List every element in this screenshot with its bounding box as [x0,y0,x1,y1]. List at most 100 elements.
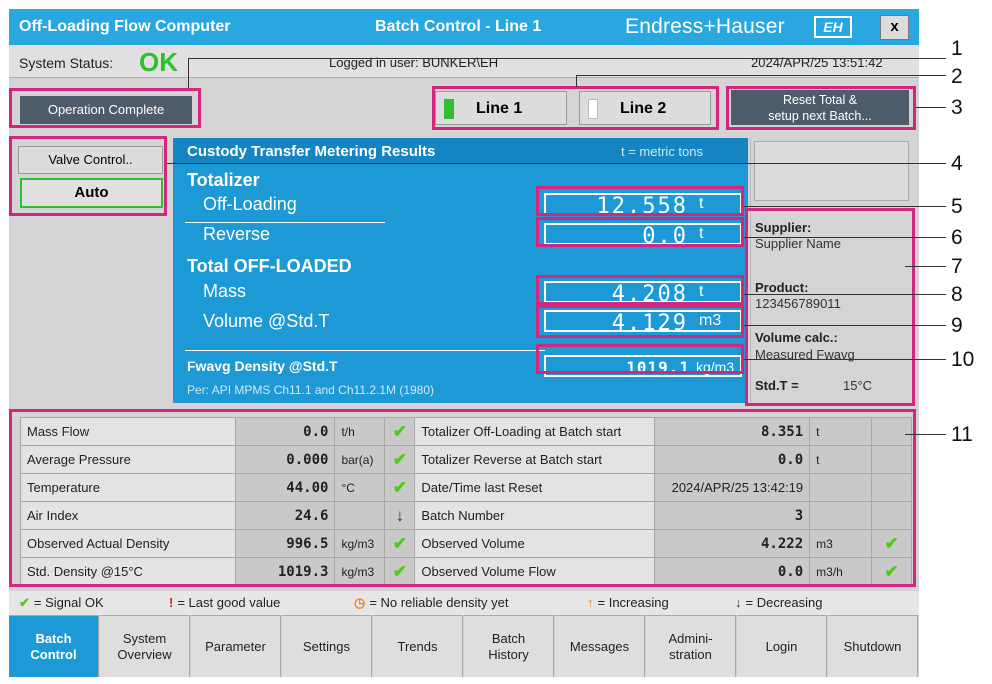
nav-label-line1: Batch [35,630,72,646]
nav-label-line2: History [488,646,529,662]
unit-note: t = metric tons [621,144,703,159]
nav-label-line1: Parameter [205,638,266,654]
nav-label-line1: Settings [303,638,350,654]
title-bar: Off-Loading Flow Computer Batch Control … [9,9,919,45]
highlight-3 [726,86,916,130]
exclamation-icon: ! [169,595,174,610]
nav-label: Login [766,639,798,655]
nav-label-line1: Login [765,638,798,654]
callout-number: 11 [951,423,973,446]
legend-last-text: = Last good value [177,595,281,610]
results-title: Custody Transfer Metering Results [187,143,436,160]
leader-line [744,325,946,326]
nav-button[interactable]: System Overview [100,615,190,677]
legend-bar: ✔ = Signal OK ! = Last good value ◷ = No re… [9,591,919,615]
nav-label: Admini-stration [668,631,712,663]
leader-line [916,107,946,108]
leader-line [744,294,946,295]
nav-label: Shutdown [844,639,902,655]
system-status-value: OK [139,47,178,77]
info-blank-box [754,141,909,201]
callout-number: 7 [951,255,963,278]
screen-title: Batch Control - Line 1 [375,18,542,35]
legend-decreasing: ↓ = Decreasing [735,595,822,610]
reverse-label: Reverse [203,224,271,244]
brand-name: Endress+Hauser [625,15,785,38]
nav-button[interactable]: Batch Control [9,615,99,677]
callout-number: 2 [951,65,963,88]
nav-button[interactable]: Parameter [191,615,281,677]
callout-number: 4 [951,152,963,175]
leader-line [905,266,946,267]
leader-line [167,163,946,164]
arrow-down-icon: ↓ [735,595,742,610]
legend-last-good: ! = Last good value [169,595,280,610]
highlight-10 [536,344,744,374]
nav-label: Parameter [205,639,266,655]
callout-number: 6 [951,226,963,249]
highlight-4 [9,136,167,216]
highlight-11 [9,409,916,587]
app-title: Off-Loading Flow Computer [19,18,231,35]
leader-line [576,75,946,76]
nav-button[interactable]: Admini-stration [646,615,736,677]
legend-ok: ✔ = Signal OK [19,595,104,611]
legend-nodens-text: = No reliable density yet [369,595,509,610]
legend-no-density: ◷ = No reliable density yet [354,595,508,611]
leader-line [744,359,946,360]
total-offloaded-heading: Total OFF-LOADED [187,256,352,276]
legend-inc-text: = Increasing [597,595,669,610]
nav-label-line2: stration [669,646,712,662]
nav-label-line2: Overview [117,646,172,662]
offloading-label: Off-Loading [203,194,297,214]
leader-line [744,237,946,238]
callout-number: 3 [951,96,963,119]
results-header: Custody Transfer Metering Results t = me… [173,138,748,164]
divider [185,350,545,351]
callout-number: 10 [951,348,975,371]
legend-dec-text: = Decreasing [745,595,823,610]
legend-ok-text: = Signal OK [33,595,104,610]
arrow-up-icon: ↑ [587,595,594,610]
nav-button[interactable]: Batch History [464,615,554,677]
nav-label: Batch Control [30,631,76,663]
status-bar: System Status: OK Logged in user: BUNKER… [9,45,919,78]
system-status-label: System Status: [19,55,114,71]
highlight-1 [9,88,201,128]
divider [185,222,385,223]
density-label: Fwavg Density @Std.T [187,358,338,374]
nav-button[interactable]: Shutdown [828,615,918,677]
eh-logo-icon: EH [814,16,852,38]
leader-line [576,75,577,87]
callout-number: 1 [951,37,963,60]
highlight-6 [536,217,744,247]
leader-line [905,434,946,435]
nav-button[interactable]: Trends [373,615,463,677]
check-icon: ✔ [19,595,30,610]
leader-line [744,206,946,207]
leader-line [188,58,189,88]
highlight-2 [432,86,719,130]
totalizer-heading: Totalizer [187,170,260,190]
nav-label: Batch History [488,631,528,663]
nav-button[interactable]: Settings [282,615,372,677]
legend-increasing: ↑ = Increasing [587,595,669,610]
callout-number: 9 [951,314,963,337]
nav-label-line1: Shutdown [843,638,902,654]
highlight-5 [536,186,744,216]
highlight-8 [536,275,744,305]
nav-label-line2: Control [30,646,77,662]
nav-label-line1: System [122,630,167,646]
close-button[interactable]: x [880,15,909,40]
nav-button[interactable]: Login [737,615,827,677]
leader-line [188,58,946,59]
volume-label: Volume @Std.T [203,311,330,331]
callout-number: 8 [951,283,963,306]
clock-warning-icon: ◷ [354,595,366,610]
bottom-navigation: Batch Control System Overview Parameter Setti… [9,615,919,677]
nav-button[interactable]: Messages [555,615,645,677]
nav-label: Trends [398,639,438,655]
nav-label-line1: Trends [397,638,438,654]
standard-reference: Per: API MPMS Ch11.1 and Ch11.2.1M (1980… [187,383,435,397]
nav-label: Messages [570,639,629,655]
